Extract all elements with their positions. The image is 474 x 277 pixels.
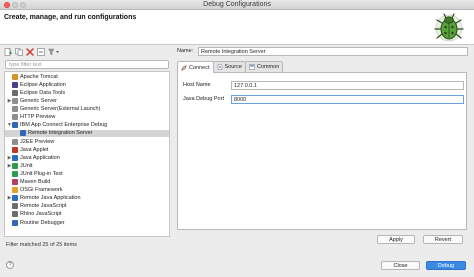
- tree-item[interactable]: ▶ Remote Java Application: [5, 195, 169, 203]
- java-app-icon: [12, 154, 18, 161]
- tab-common[interactable]: Common: [244, 61, 284, 72]
- config-name-input[interactable]: [198, 47, 468, 56]
- title-bar: Debug Configurations: [0, 0, 474, 10]
- tree-item-label: Maven Build: [20, 179, 51, 186]
- dialog-header: Create, manage, and run configurations: [0, 10, 474, 45]
- tree-item[interactable]: Remote Integration Server: [5, 129, 169, 138]
- tree-item[interactable]: Generic Server(External Launch): [5, 105, 169, 113]
- tree-item-label: OSGi Framework: [20, 187, 63, 194]
- tree-item[interactable]: Eclipse Application: [5, 81, 169, 89]
- tree-item-label: Eclipse Data Tools: [20, 89, 66, 96]
- help-icon[interactable]: ?: [6, 261, 14, 269]
- remote-java-icon: [12, 195, 18, 202]
- junit-plugin-icon: [12, 170, 18, 177]
- collapse-all-icon[interactable]: [37, 48, 45, 56]
- ace-debug-icon: [12, 122, 18, 129]
- tree-item-label: JUnit: [20, 162, 33, 169]
- config-toolbar: [4, 47, 60, 57]
- window-title: Debug Configurations: [203, 1, 271, 8]
- tree-item[interactable]: Rhino JavaScript: [5, 211, 169, 219]
- osgi-icon: [12, 187, 18, 194]
- http-icon: [12, 114, 18, 121]
- server-icon: [12, 106, 18, 113]
- tree-item-label: IBM App Connect Enterprise Debug: [20, 122, 108, 129]
- host-name-label: Host Name: [183, 82, 211, 88]
- tree-item[interactable]: Eclipse Data Tools: [5, 89, 169, 97]
- common-icon: [249, 64, 255, 70]
- routine-debugger-icon: [12, 219, 18, 226]
- tree-item-label: HTTP Preview: [20, 114, 56, 121]
- tree-item[interactable]: ▶ JUnit: [5, 162, 169, 170]
- remote-js-icon: [12, 203, 18, 210]
- config-tabs: Connect Source Common: [177, 61, 284, 73]
- tree-item[interactable]: Routine Debugger: [5, 219, 169, 227]
- tree-item[interactable]: ▼ IBM App Connect Enterprise Debug: [5, 122, 169, 130]
- tree-item-label: Routine Debugger: [20, 219, 65, 226]
- tree-item-label: JUnit Plug-in Test: [20, 170, 63, 177]
- tree-item-label: J2EE Preview: [20, 138, 55, 145]
- tree-item[interactable]: ▶ Generic Server: [5, 97, 169, 105]
- tomcat-icon: [12, 73, 18, 80]
- tree-item-label: Generic Server(External Launch): [20, 106, 101, 113]
- tree-item-label: Remote Integration Server: [28, 130, 93, 137]
- delete-config-icon[interactable]: [26, 48, 34, 56]
- connect-tab-panel: Host Name Java Debug Port: [177, 72, 467, 230]
- config-type-tree: Apache Tomcat Eclipse Application Eclipse …: [4, 71, 170, 237]
- tree-item-label: Apache Tomcat: [20, 73, 58, 80]
- tree-item-label: Rhino JavaScript: [20, 211, 62, 218]
- data-tools-icon: [12, 89, 18, 96]
- junit-icon: [12, 162, 18, 169]
- debug-button[interactable]: Debug: [426, 261, 466, 270]
- server-icon: [12, 98, 18, 105]
- tree-item-label: Generic Server: [20, 98, 57, 105]
- new-config-icon[interactable]: [4, 48, 12, 56]
- tree-item-label: Java Applet: [20, 146, 49, 153]
- name-label: Name:: [177, 48, 194, 54]
- tree-item-label: Remote Java Application: [20, 195, 81, 202]
- tab-source-label: Source: [224, 64, 242, 70]
- ace-debug-icon: [20, 130, 26, 137]
- tab-connect-label: Connect: [189, 64, 210, 71]
- rhino-icon: [12, 211, 18, 218]
- tree-item[interactable]: OSGi Framework: [5, 186, 169, 194]
- tree-item[interactable]: Maven Build: [5, 178, 169, 186]
- close-button[interactable]: Close: [381, 261, 420, 270]
- tree-item-label: Eclipse Application: [20, 81, 66, 88]
- tree-item[interactable]: HTTP Preview: [5, 114, 169, 122]
- tree-item[interactable]: ▶ Java Application: [5, 154, 169, 162]
- tree-item-label: Remote JavaScript: [20, 203, 67, 210]
- maven-icon: [12, 179, 18, 186]
- eclipse-icon: [12, 81, 18, 88]
- tree-item[interactable]: JUnit Plug-in Test: [5, 170, 169, 178]
- filter-menu-icon[interactable]: [48, 48, 60, 56]
- debug-port-label: Java Debug Port: [183, 96, 224, 102]
- filter-input[interactable]: [5, 60, 169, 69]
- j2ee-icon: [12, 138, 18, 145]
- apply-button[interactable]: Apply: [377, 235, 415, 244]
- tree-item[interactable]: Remote JavaScript: [5, 203, 169, 211]
- tree-item[interactable]: J2EE Preview: [5, 138, 169, 146]
- header-title: Create, manage, and run configurations: [4, 14, 137, 21]
- duplicate-config-icon[interactable]: [15, 48, 23, 56]
- host-name-input[interactable]: [231, 81, 464, 90]
- tab-common-label: Common: [256, 64, 280, 70]
- tree-item-label: Java Application: [20, 154, 60, 161]
- tab-connect[interactable]: Connect: [177, 61, 214, 73]
- connect-icon: [181, 64, 187, 71]
- debug-bug-icon: [434, 13, 464, 42]
- tree-item[interactable]: Java Applet: [5, 146, 169, 154]
- filter-status: Filter matched 25 of 25 items: [6, 242, 77, 248]
- source-icon: [217, 64, 222, 70]
- java-applet-icon: [12, 146, 18, 153]
- tree-item[interactable]: Apache Tomcat: [5, 73, 169, 81]
- debug-port-input[interactable]: [231, 95, 464, 104]
- tab-source[interactable]: Source: [212, 61, 246, 72]
- revert-button[interactable]: Revert: [423, 235, 463, 244]
